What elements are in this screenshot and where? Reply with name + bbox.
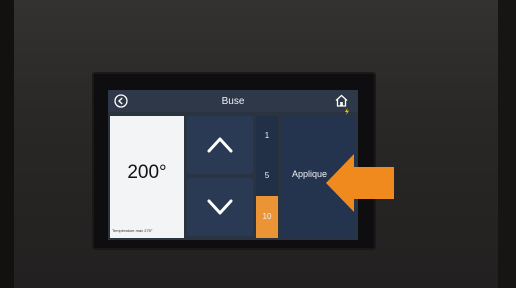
step-option-5[interactable]: 5 <box>256 156 278 196</box>
touch-screen: Buse 200° Température max 275° 1 5 10 Ap… <box>108 90 358 240</box>
temperature-max-label: Température max 275° <box>112 228 153 233</box>
decrease-button[interactable] <box>187 178 253 236</box>
temperature-panel: 200° Température max 275° <box>110 116 184 238</box>
temperature-value: 200° <box>127 162 167 183</box>
frame-edge-right <box>498 0 516 288</box>
pointer-arrow-icon <box>326 154 394 212</box>
increase-button[interactable] <box>187 116 253 174</box>
frame-edge-left <box>0 0 14 288</box>
chevron-up-icon <box>207 137 233 153</box>
apply-button-label: Applique <box>292 169 328 179</box>
step-option-10[interactable]: 10 <box>256 196 278 238</box>
spark-icon <box>345 108 349 115</box>
chevron-down-icon <box>207 199 233 215</box>
step-option-1[interactable]: 1 <box>256 116 278 156</box>
home-icon[interactable] <box>334 93 349 108</box>
step-selector: 1 5 10 <box>256 116 278 238</box>
page-title: Buse <box>221 96 245 107</box>
top-bar: Buse <box>108 90 358 112</box>
back-icon[interactable] <box>114 94 128 108</box>
